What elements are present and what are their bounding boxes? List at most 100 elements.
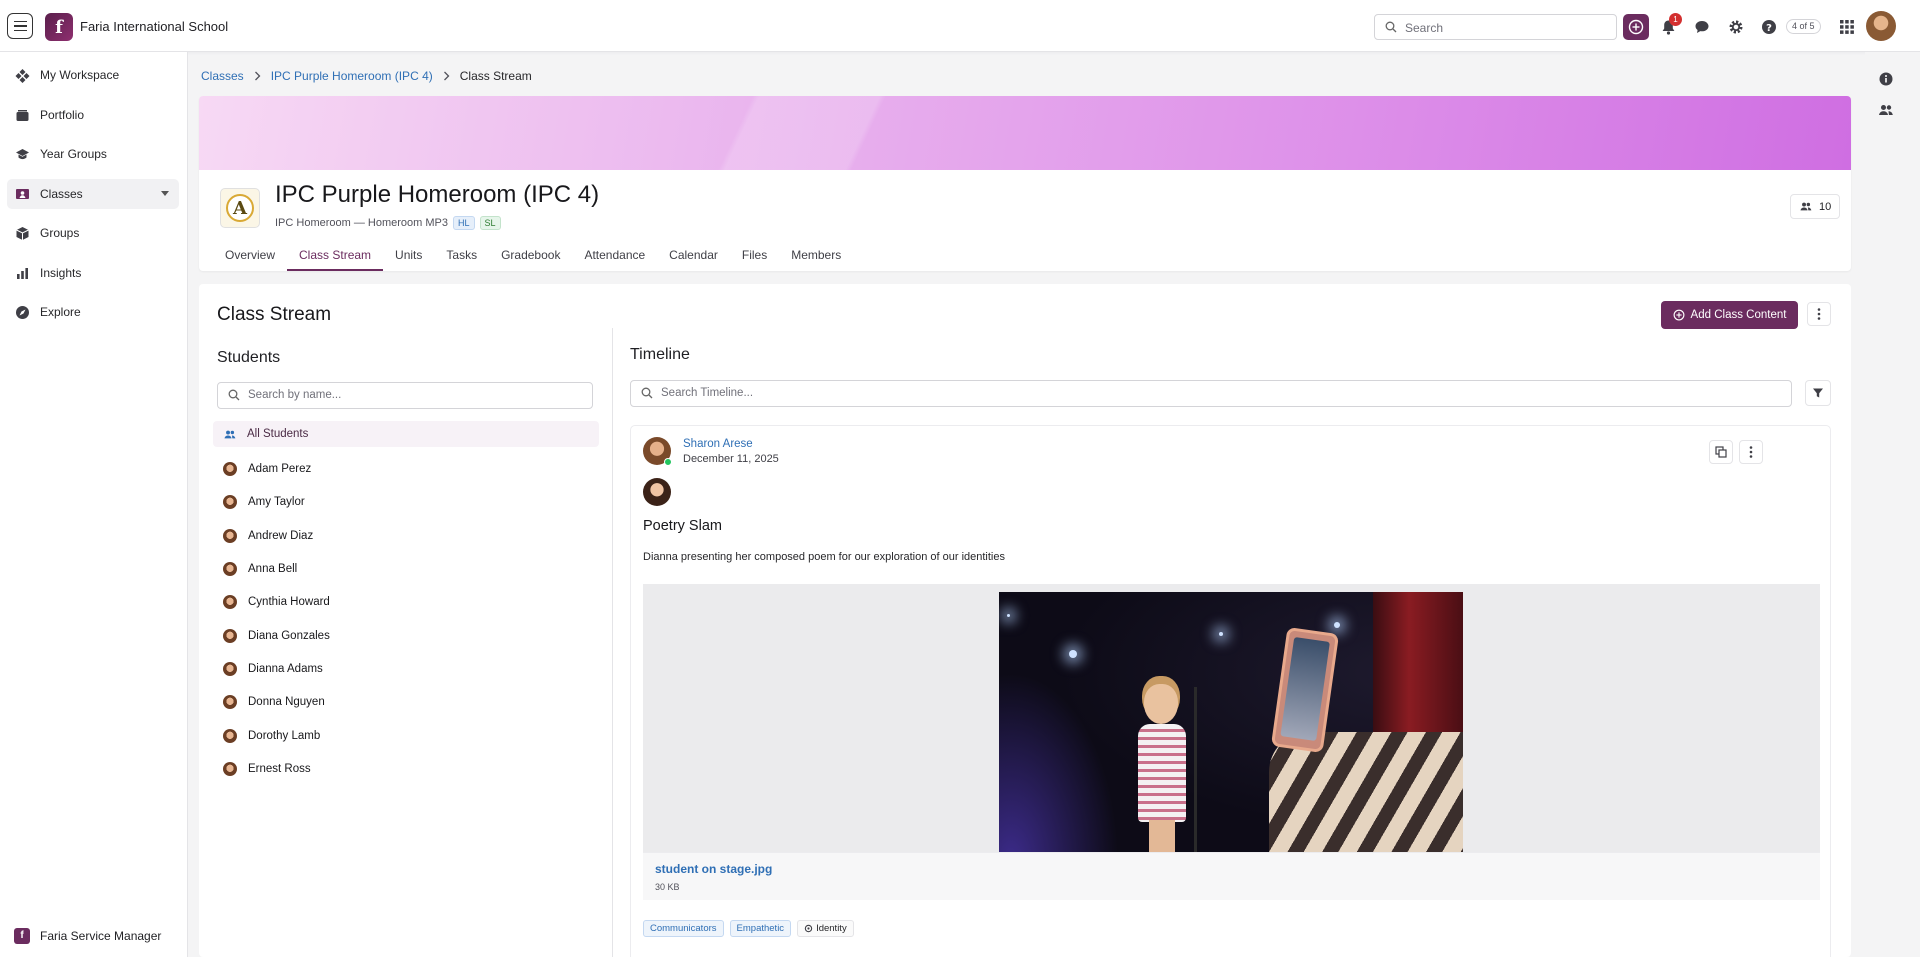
breadcrumb: Classes IPC Purple Homeroom (IPC 4) Clas… [201, 69, 532, 83]
sidebar-item-insights[interactable]: Insights [7, 258, 179, 288]
messages-button[interactable] [1689, 14, 1715, 40]
student-name: Anna Bell [248, 563, 298, 575]
tag-hl: HL [453, 216, 475, 230]
sidebar-item-label: Classes [40, 187, 83, 201]
student-item[interactable]: Donna Nguyen [223, 695, 325, 709]
avatar [223, 729, 237, 743]
sidebar-item-explore[interactable]: Explore [7, 297, 179, 327]
tag-empathetic[interactable]: Empathetic [729, 920, 792, 937]
tagged-student-avatar[interactable] [643, 478, 671, 506]
post-title: Poetry Slam [643, 518, 722, 534]
student-item[interactable]: Ernest Ross [223, 762, 311, 776]
gear-icon [1729, 20, 1743, 34]
menu-icon[interactable] [7, 13, 33, 39]
tab-calendar[interactable]: Calendar [657, 244, 730, 271]
student-item[interactable]: Cynthia Howard [223, 595, 330, 609]
breadcrumb-classes[interactable]: Classes [201, 69, 244, 83]
year-groups-icon [16, 148, 29, 159]
student-item[interactable]: Diana Gonzales [223, 629, 330, 643]
people-icon [224, 430, 236, 438]
sidebar-item-groups[interactable]: Groups [7, 218, 179, 248]
chevron-down-icon[interactable] [161, 191, 169, 196]
tab-attendance[interactable]: Attendance [572, 244, 657, 271]
classes-icon [16, 188, 29, 199]
student-name: Andrew Diaz [248, 530, 314, 542]
people-button[interactable] [1875, 99, 1897, 121]
class-icon: A [220, 188, 260, 228]
media-attachment[interactable] [643, 584, 1820, 860]
student-item[interactable]: Adam Perez [223, 462, 311, 476]
help-icon: ? [1762, 20, 1776, 34]
student-item[interactable]: Anna Bell [223, 562, 297, 576]
sidebar-item-year-groups[interactable]: Year Groups [7, 139, 179, 169]
post-more-options-button[interactable] [1739, 440, 1763, 464]
student-item[interactable]: Andrew Diaz [223, 529, 313, 543]
global-search-input[interactable]: Search [1374, 14, 1617, 40]
file-info: student on stage.jpg 30 KB [643, 852, 1820, 900]
info-button[interactable] [1875, 68, 1897, 90]
avatar [223, 662, 237, 676]
user-avatar[interactable] [1866, 11, 1896, 41]
member-count-button[interactable]: 10 [1790, 194, 1841, 219]
timeline-post: Sharon Arese December 11, 2025 Poetry Sl… [630, 425, 1831, 957]
class-subtitle: IPC Homeroom — Homeroom MP3 HL SL [275, 216, 501, 230]
settings-button[interactable] [1723, 14, 1749, 40]
tag-communicators[interactable]: Communicators [643, 920, 724, 937]
sidebar-item-portfolio[interactable]: Portfolio [7, 100, 179, 130]
timeline-search-input[interactable]: Search Timeline... [630, 380, 1792, 407]
search-icon [1385, 21, 1397, 33]
pager-badge[interactable]: 4 of 5 [1786, 19, 1821, 34]
student-name: Dianna Adams [248, 663, 323, 675]
post-author[interactable]: Sharon Arese [683, 438, 753, 450]
tab-gradebook[interactable]: Gradebook [489, 244, 572, 271]
tab-files[interactable]: Files [730, 244, 779, 271]
create-button[interactable] [1623, 14, 1649, 40]
help-button[interactable]: ? [1756, 14, 1782, 40]
copy-button[interactable] [1709, 440, 1733, 464]
tab-overview[interactable]: Overview [213, 244, 287, 271]
search-icon [228, 389, 240, 401]
tab-tasks[interactable]: Tasks [434, 244, 489, 271]
apps-button[interactable] [1834, 14, 1860, 40]
tab-class-stream[interactable]: Class Stream [287, 244, 384, 271]
more-vertical-icon [1749, 446, 1753, 458]
breadcrumb-current: Class Stream [459, 69, 532, 83]
add-class-content-button[interactable]: Add Class Content [1661, 301, 1798, 329]
stage-photo[interactable] [999, 592, 1463, 860]
sidebar-item-classes[interactable]: Classes [7, 179, 179, 209]
member-count: 10 [1819, 200, 1832, 213]
school-logo[interactable]: f [45, 13, 73, 41]
column-divider [612, 328, 613, 957]
tag-identity-label: Identity [816, 923, 847, 934]
file-name-link[interactable]: student on stage.jpg [655, 862, 772, 876]
student-item[interactable]: Dianna Adams [223, 662, 323, 676]
tab-units[interactable]: Units [383, 244, 434, 271]
page-title: IPC Purple Homeroom (IPC 4) [275, 181, 600, 208]
sidebar-item-my-workspace[interactable]: My Workspace [7, 60, 179, 90]
class-header: A IPC Purple Homeroom (IPC 4) IPC Homero… [199, 96, 1851, 271]
student-search-input[interactable]: Search by name... [217, 382, 593, 409]
post-description: Dianna presenting her composed poem for … [643, 551, 1005, 563]
post-tags: Communicators Empathetic Identity [643, 920, 854, 937]
avatar [223, 462, 237, 476]
avatar [223, 529, 237, 543]
all-students-item[interactable]: All Students [213, 421, 599, 447]
tag-sl: SL [479, 216, 501, 230]
timeline-search-placeholder: Search Timeline... [661, 387, 754, 399]
service-manager-logo: f [14, 928, 30, 944]
apps-grid-icon [1840, 20, 1854, 34]
notification-badge: 1 [1669, 13, 1682, 26]
explore-icon [16, 305, 29, 319]
student-item[interactable]: Amy Taylor [223, 495, 305, 509]
app-name[interactable]: Faria International School [80, 19, 228, 34]
tag-identity[interactable]: Identity [797, 920, 854, 937]
tab-members[interactable]: Members [779, 244, 853, 271]
student-item[interactable]: Dorothy Lamb [223, 729, 320, 743]
filter-button[interactable] [1805, 380, 1831, 406]
search-icon [641, 387, 653, 399]
people-icon [1800, 202, 1812, 211]
more-options-button[interactable] [1807, 302, 1831, 326]
service-manager-link[interactable]: f Faria Service Manager [14, 928, 161, 944]
breadcrumb-class[interactable]: IPC Purple Homeroom (IPC 4) [271, 69, 433, 83]
concept-icon [804, 924, 813, 933]
